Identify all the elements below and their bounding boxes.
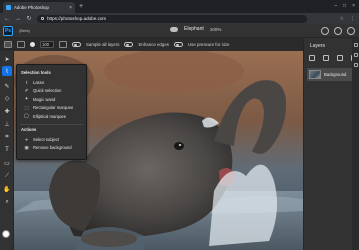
new-selection-mode-icon[interactable] [4, 41, 12, 48]
panel-switcher-strip [352, 38, 359, 250]
comments-panel-icon[interactable] [353, 63, 358, 67]
brush-tool-icon[interactable]: ✎ [2, 81, 12, 91]
layer-row-background[interactable]: Background [307, 68, 358, 81]
crop-tool-icon[interactable]: ⌗ [2, 132, 12, 142]
document-name[interactable]: Elephant [184, 26, 204, 32]
menu-item-label: Quick selection [33, 88, 62, 94]
back-arrow-icon[interactable]: ← [4, 16, 10, 22]
brush-settings-icon[interactable] [59, 41, 67, 48]
layers-panel-icon[interactable] [353, 43, 358, 47]
menu-item-elliptical-marquee[interactable]: ◯ Elliptical marquee [20, 112, 83, 121]
clone-stamp-tool-icon[interactable]: ⊥ [2, 119, 12, 129]
menu-item-label: Select subject [33, 136, 60, 142]
quick-selection-icon: ✐ [24, 87, 29, 93]
menu-divider [20, 123, 83, 125]
account-avatar[interactable] [347, 27, 355, 35]
menu-item-quick-selection[interactable]: ✐ Quick selection [20, 87, 83, 96]
menu-item-label: Magic wand [33, 96, 56, 102]
magic-wand-icon: ✦ [24, 96, 29, 102]
add-to-selection-icon[interactable] [17, 41, 25, 48]
url-text: https://photoshop.adobe.com [47, 16, 107, 21]
help-icon[interactable] [321, 27, 329, 35]
new-tab-button[interactable]: + [79, 2, 83, 12]
photoshop-favicon-icon [6, 5, 11, 10]
zoom-tool-icon[interactable]: ⌕ [2, 197, 12, 207]
eraser-tool-icon[interactable]: ◇ [2, 93, 12, 103]
lock-icon [41, 17, 44, 20]
healing-tool-icon[interactable]: ✚ [2, 106, 12, 116]
lasso-icon: ℓ [25, 79, 28, 85]
app-header: Ps (Beta) Elephant 100% [0, 24, 359, 38]
adjustment-layer-icon[interactable] [337, 55, 343, 61]
layer-mask-icon[interactable] [323, 55, 329, 61]
elliptical-marquee-icon: ◯ [23, 113, 30, 119]
minimize-button[interactable]: – [334, 2, 337, 11]
url-field[interactable]: https://photoshop.adobe.com [37, 14, 307, 23]
menu-item-label: Lasso [33, 79, 45, 85]
beta-label: (Beta) [19, 28, 30, 33]
browser-menu-icon[interactable]: ⋮ [350, 16, 355, 22]
properties-panel-icon[interactable] [353, 53, 358, 57]
share-icon[interactable] [334, 27, 342, 35]
layer-tools-row [309, 55, 357, 61]
layers-panel-title: Layers [310, 43, 326, 49]
add-layer-icon[interactable] [309, 55, 315, 61]
menu-item-rectangular-marquee[interactable]: ⬚ Rectangular marquee [20, 104, 83, 113]
browser-tab-bar: Adobe Photoshop × + – □ × [0, 0, 359, 13]
rectangular-marquee-icon: ⬚ [24, 104, 29, 110]
document-title-area: Elephant 100% [170, 26, 222, 32]
type-tool-icon[interactable]: T [2, 145, 12, 155]
bookmark-star-icon[interactable]: ☆ [340, 16, 344, 22]
address-bar-row: ← → ↻ https://photoshop.adobe.com ☆ ⋮ [0, 13, 359, 24]
browser-actions: ☆ ⋮ [340, 16, 355, 22]
use-pressure-toggle[interactable] [173, 42, 183, 47]
selection-tools-heading: Selection tools [21, 70, 51, 75]
eyedropper-tool-icon[interactable]: ⟋ [2, 171, 12, 181]
window-controls: – □ × [334, 2, 355, 11]
actions-heading: Actions [21, 127, 37, 133]
remove-background-icon: ▣ [24, 144, 29, 150]
selection-tools-flyout: Selection tools ℓ Lasso ✐ Quick selectio… [16, 64, 87, 160]
sample-all-layers-label: Sample all layers [86, 42, 120, 47]
menu-item-select-subject[interactable]: ⌖ Select subject [20, 135, 83, 144]
menu-item-label: Remove background [33, 145, 72, 151]
foreground-color-swatch[interactable] [2, 230, 10, 238]
browser-tab[interactable]: Adobe Photoshop × [3, 2, 75, 13]
sample-all-layers-toggle[interactable] [72, 42, 81, 47]
menu-item-remove-background[interactable]: ▣ Remove background [20, 144, 83, 153]
hand-tool-icon[interactable]: ✋ [2, 184, 12, 194]
shape-tool-icon[interactable]: ▭ [2, 158, 12, 168]
photoshop-logo[interactable]: Ps [3, 25, 13, 36]
zoom-level[interactable]: 100% [210, 27, 222, 32]
brush-size-icon [30, 42, 35, 47]
menu-item-label: Rectangular marquee [33, 105, 74, 111]
selection-tool-icon[interactable]: ⌇ [2, 66, 12, 76]
enhance-edges-toggle[interactable] [124, 42, 134, 47]
select-subject-icon: ⌖ [25, 136, 28, 142]
use-pressure-label: Use pressure for size [187, 42, 230, 47]
layer-thumbnail [309, 70, 321, 79]
enhance-edges-label: Enhance edges [138, 42, 169, 47]
maximize-button[interactable]: □ [343, 2, 346, 11]
menu-item-magic-wand[interactable]: ✦ Magic wand [20, 95, 83, 104]
close-window-button[interactable]: × [352, 2, 355, 11]
brush-size-input[interactable]: 100 [40, 41, 54, 48]
reload-icon[interactable]: ↻ [26, 15, 32, 22]
forward-arrow-icon[interactable]: → [15, 16, 21, 22]
layers-panel: Layers Background [303, 38, 359, 250]
tab-title: Adobe Photoshop [14, 5, 49, 10]
header-actions [321, 27, 355, 35]
layer-name: Background [324, 72, 347, 77]
menu-item-label: Elliptical marquee [33, 113, 67, 119]
cloud-document-icon [170, 26, 178, 32]
menu-item-lasso[interactable]: ℓ Lasso [20, 78, 83, 87]
tab-close-icon[interactable]: × [69, 5, 72, 11]
tools-toolbar: ➤ ⌇ ✎ ◇ ✚ ⊥ ⌗ T ▭ ⟋ ✋ ⌕ [0, 51, 14, 250]
move-tool-icon[interactable]: ➤ [2, 54, 12, 64]
